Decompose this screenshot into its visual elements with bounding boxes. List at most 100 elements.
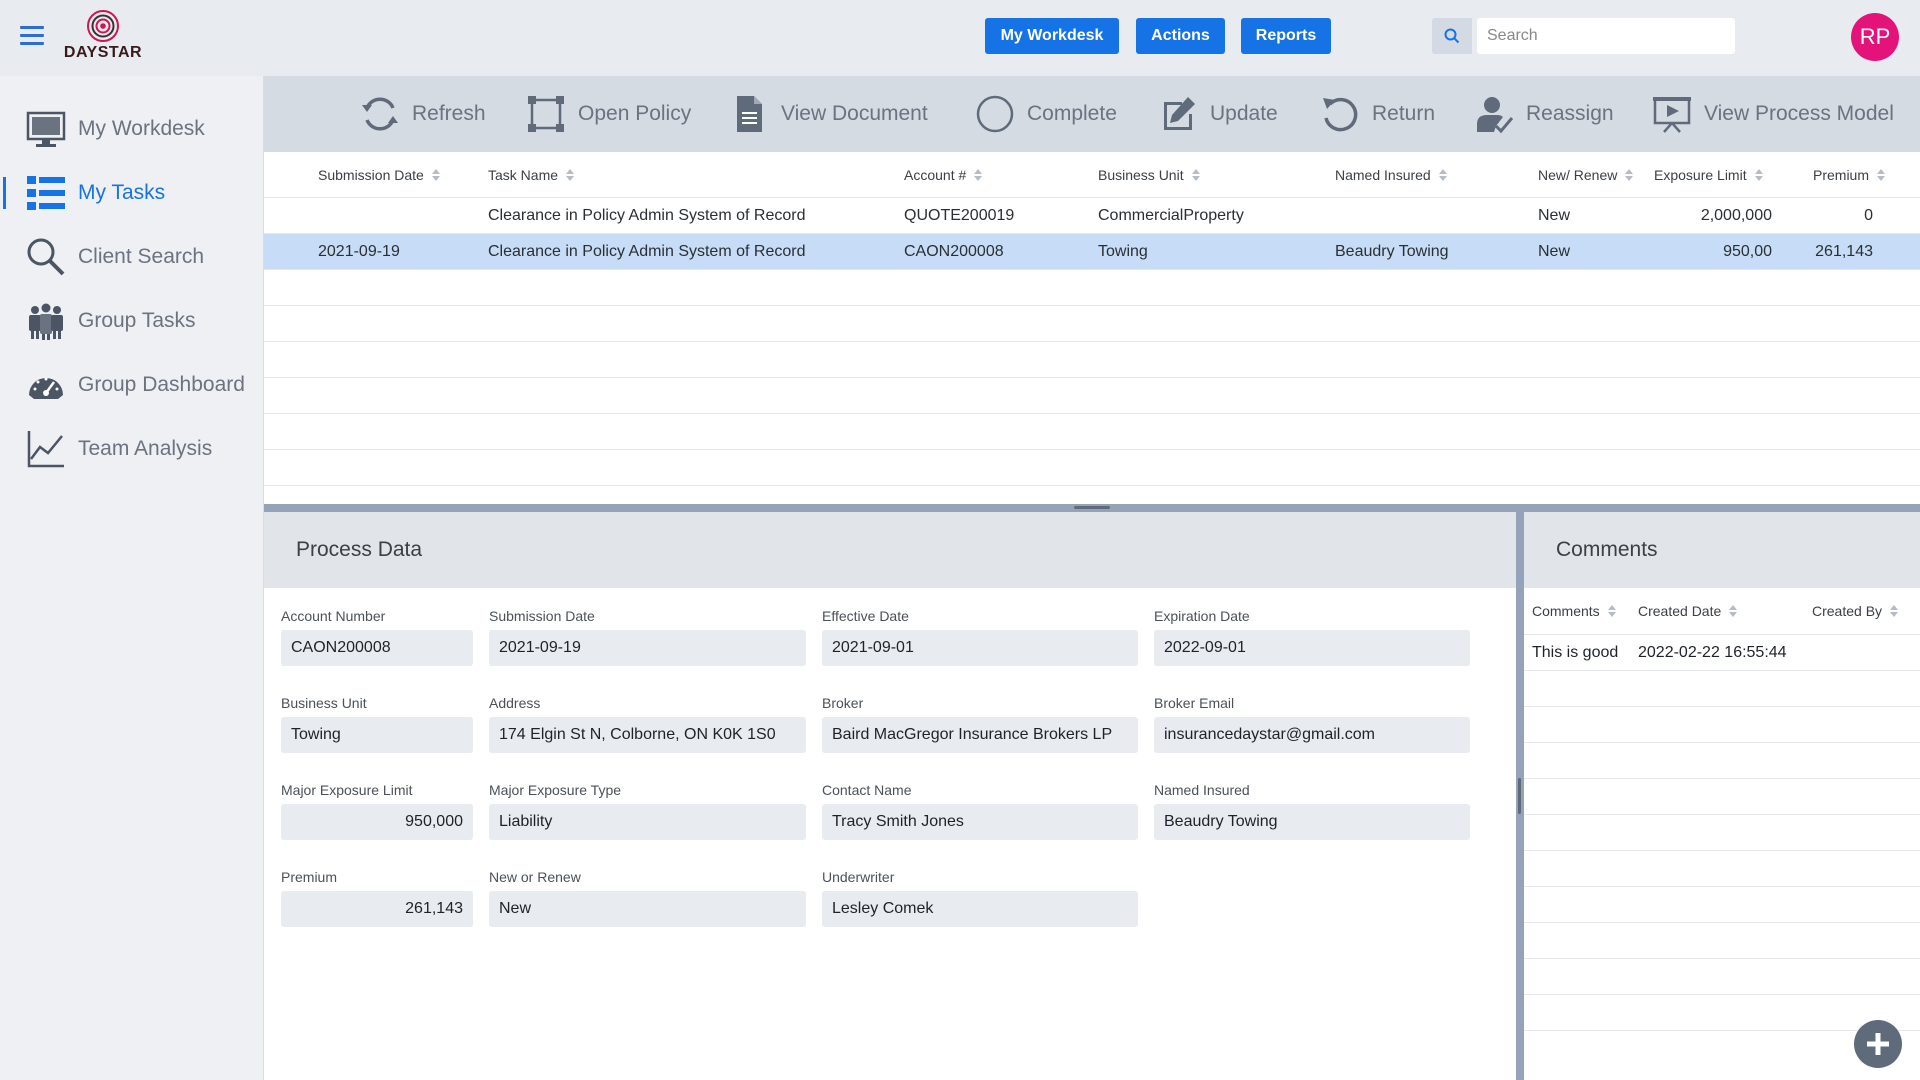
nav-my-workdesk-button[interactable]: My Workdesk: [985, 18, 1119, 54]
empty-row: [1524, 815, 1920, 851]
cell-task-name: Clearance in Policy Admin System of Reco…: [488, 243, 806, 260]
refresh-icon: [358, 92, 402, 136]
contact-name-label: Contact Name: [822, 782, 912, 798]
sidebar-item-my-workdesk[interactable]: My Workdesk: [0, 101, 264, 157]
sidebar-item-group-tasks[interactable]: Group Tasks: [0, 293, 264, 349]
sort-icon: [1877, 169, 1886, 181]
document-icon: [727, 92, 771, 136]
table-row-selected[interactable]: 2021-09-19 Clearance in Policy Admin Sys…: [264, 234, 1920, 270]
cell-task-name: Clearance in Policy Admin System of Reco…: [488, 207, 806, 224]
new-or-renew-label: New or Renew: [489, 869, 581, 885]
major-exposure-type-label: Major Exposure Type: [489, 782, 622, 798]
open-policy-icon: [524, 92, 568, 136]
cell-named-insured: Beaudry Towing: [1335, 243, 1449, 260]
column-header-new-renew[interactable]: New/ Renew: [1538, 152, 1634, 198]
sidebar-item-group-dashboard[interactable]: Group Dashboard: [0, 357, 264, 413]
empty-row: [264, 450, 1920, 486]
task-toolbar: Refresh Open Policy View Document Comple…: [264, 76, 1920, 152]
column-header-comments[interactable]: Comments: [1532, 588, 1616, 634]
vertical-splitter[interactable]: [1516, 512, 1524, 1080]
underwriter-field[interactable]: Lesley Comek: [822, 891, 1138, 927]
open-policy-button[interactable]: Open Policy: [524, 76, 691, 152]
toolbar-label: View Process Model: [1704, 102, 1894, 125]
cell-new-renew: New: [1538, 243, 1571, 260]
sidebar-item-label: Group Tasks: [78, 309, 196, 332]
effective-date-field[interactable]: 2021-09-01: [822, 630, 1138, 666]
major-exposure-type-field[interactable]: Liability: [489, 804, 806, 840]
refresh-button[interactable]: Refresh: [358, 76, 486, 152]
column-header-created-date[interactable]: Created Date: [1638, 588, 1738, 634]
gauge-icon: [26, 365, 66, 405]
comment-row[interactable]: This is good 2022-02-22 16:55:44: [1524, 635, 1920, 671]
underwriter-label: Underwriter: [822, 869, 895, 885]
cell-premium: 0: [1864, 207, 1873, 224]
major-exposure-limit-field[interactable]: 950,000: [281, 804, 473, 840]
nav-actions-button[interactable]: Actions: [1136, 18, 1225, 54]
process-data-title: Process Data: [296, 538, 423, 561]
expiration-date-field[interactable]: 2022-09-01: [1154, 630, 1470, 666]
search-button[interactable]: [1432, 18, 1472, 54]
contact-name-field[interactable]: Tracy Smith Jones: [822, 804, 1138, 840]
column-header-premium[interactable]: Premium: [1813, 152, 1886, 198]
reassign-user-icon: [1472, 92, 1516, 136]
logo-text: DAYSTAR: [63, 44, 143, 61]
update-button[interactable]: Update: [1156, 76, 1278, 152]
broker-label: Broker: [822, 695, 864, 711]
table-row[interactable]: Clearance in Policy Admin System of Reco…: [264, 198, 1920, 234]
named-insured-field[interactable]: Beaudry Towing: [1154, 804, 1470, 840]
plus-icon: [1867, 1033, 1889, 1055]
people-icon: [26, 301, 66, 341]
cell-business-unit: Towing: [1098, 243, 1148, 260]
address-label: Address: [489, 695, 541, 711]
hamburger-menu-icon[interactable]: [20, 26, 44, 46]
cell-account: CAON200008: [904, 243, 1004, 260]
broker-field[interactable]: Baird MacGregor Insurance Brokers LP: [822, 717, 1138, 753]
empty-row: [1524, 887, 1920, 923]
complete-button[interactable]: Complete: [973, 76, 1117, 152]
submission-date-field[interactable]: 2021-09-19: [489, 630, 806, 666]
business-unit-field[interactable]: Towing: [281, 717, 473, 753]
toolbar-label: Return: [1372, 102, 1436, 125]
premium-field[interactable]: 261,143: [281, 891, 473, 927]
named-insured-label: Named Insured: [1154, 782, 1250, 798]
column-header-task-name[interactable]: Task Name: [488, 152, 575, 198]
sidebar-item-client-search[interactable]: Client Search: [0, 229, 264, 285]
column-header-named-insured[interactable]: Named Insured: [1335, 152, 1447, 198]
account-number-field[interactable]: CAON200008: [281, 630, 473, 666]
task-grid: Submission Date Task Name Account # Busi…: [264, 152, 1920, 504]
splitter-grip-icon: [1074, 506, 1110, 509]
sidebar-item-team-analysis[interactable]: Team Analysis: [0, 421, 264, 477]
daystar-logo[interactable]: DAYSTAR: [63, 10, 143, 66]
sidebar-item-my-tasks[interactable]: My Tasks: [0, 165, 264, 221]
sidebar-item-label: Client Search: [78, 245, 205, 268]
column-header-business-unit[interactable]: Business Unit: [1098, 152, 1200, 198]
address-field[interactable]: 174 Elgin St N, Colborne, ON K0K 1S0: [489, 717, 806, 753]
column-header-account[interactable]: Account #: [904, 152, 983, 198]
sidebar-item-label: Group Dashboard: [78, 373, 245, 396]
broker-email-label: Broker Email: [1154, 695, 1235, 711]
nav-reports-button[interactable]: Reports: [1241, 18, 1331, 54]
cell-exposure-limit: 950,00: [1723, 243, 1772, 260]
search-input[interactable]: [1477, 18, 1735, 54]
add-comment-button[interactable]: [1854, 1020, 1902, 1068]
empty-row: [264, 306, 1920, 342]
business-unit-label: Business Unit: [281, 695, 367, 711]
column-header-submission-date[interactable]: Submission Date: [318, 152, 440, 198]
user-avatar[interactable]: RP: [1851, 13, 1899, 61]
cell-submission-date: 2021-09-19: [318, 243, 400, 260]
column-header-exposure-limit[interactable]: Exposure Limit: [1654, 152, 1763, 198]
horizontal-splitter[interactable]: [264, 504, 1920, 512]
empty-row: [264, 270, 1920, 306]
sidebar-item-label: My Tasks: [78, 181, 166, 204]
sort-icon: [974, 169, 983, 181]
broker-email-field[interactable]: insurancedaystar@gmail.com: [1154, 717, 1470, 753]
view-document-button[interactable]: View Document: [727, 76, 928, 152]
return-button[interactable]: Return: [1318, 76, 1435, 152]
cell-account: QUOTE200019: [904, 207, 1015, 224]
view-process-model-button[interactable]: View Process Model: [1650, 76, 1894, 152]
column-header-created-by[interactable]: Created By: [1812, 588, 1899, 634]
sort-icon: [1729, 605, 1738, 617]
new-or-renew-field[interactable]: New: [489, 891, 806, 927]
process-model-icon: [1650, 92, 1694, 136]
reassign-button[interactable]: Reassign: [1472, 76, 1614, 152]
